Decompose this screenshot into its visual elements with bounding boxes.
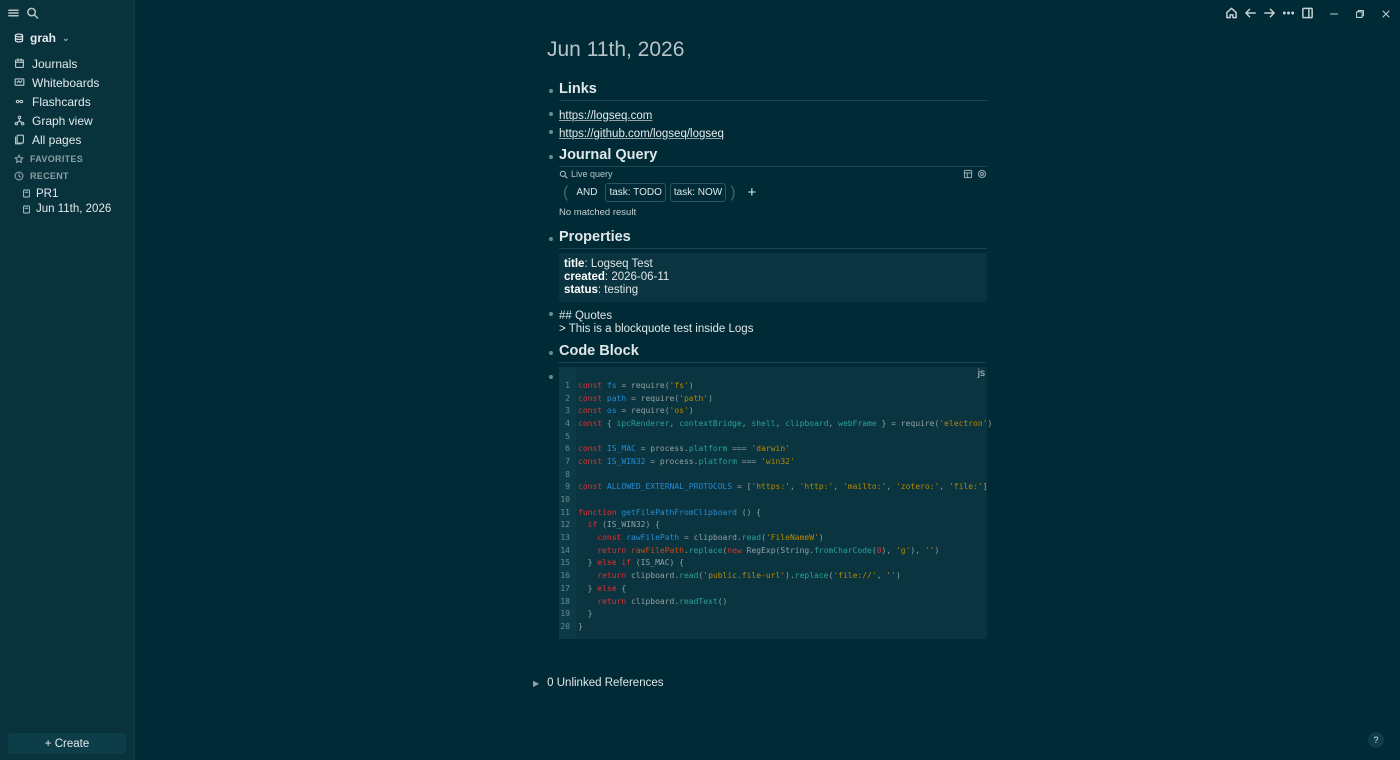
search-icon[interactable] bbox=[26, 6, 39, 19]
property-row: title: Logseq Test bbox=[564, 258, 653, 270]
code-editor[interactable]: js 1 const fs = require('fs') 2 const path… bbox=[559, 367, 992, 639]
calendar-icon bbox=[14, 58, 25, 69]
unlinked-references-label: 0 Unlinked References bbox=[547, 677, 664, 689]
sidebar-item-label: Whiteboards bbox=[32, 75, 100, 90]
home-icon[interactable] bbox=[1225, 6, 1238, 19]
help-button[interactable]: ? bbox=[1368, 732, 1384, 748]
chevron-down-icon: ⌄ bbox=[62, 32, 70, 43]
sidebar-item-graph-view[interactable]: Graph view bbox=[14, 111, 128, 130]
block-bullet[interactable] bbox=[549, 112, 553, 116]
block-properties[interactable]: Properties title: Logseq Test created: 2… bbox=[547, 229, 987, 302]
recent-header[interactable]: RECENT bbox=[14, 171, 69, 181]
sidebar-item-whiteboards[interactable]: Whiteboards bbox=[14, 73, 128, 92]
graph-name: grah bbox=[30, 31, 57, 45]
code-language[interactable]: js bbox=[978, 368, 985, 379]
sidebar-item-label: Graph view bbox=[32, 113, 93, 128]
block-link-1[interactable]: https://logseq.com bbox=[547, 107, 987, 122]
favorites-header[interactable]: FAVORITES bbox=[14, 154, 83, 164]
chevron-right-icon: ▶ bbox=[533, 678, 540, 688]
journal-page: Jun 11th, 2026 Links https://logseq.com … bbox=[547, 38, 992, 639]
link-github[interactable]: https://github.com/logseq/logseq bbox=[559, 128, 724, 140]
quote-line: > This is a blockquote test inside Logs bbox=[559, 323, 754, 335]
query-operator[interactable]: AND bbox=[572, 187, 601, 198]
table-icon[interactable] bbox=[963, 169, 973, 179]
sidebar-toggle-icon[interactable] bbox=[1301, 6, 1314, 19]
block-bullet[interactable] bbox=[549, 130, 553, 134]
heading-properties: Properties bbox=[559, 229, 987, 249]
query-chip[interactable]: task: TODO bbox=[605, 183, 666, 202]
restore-icon[interactable] bbox=[1354, 7, 1366, 19]
infinity-icon bbox=[15, 99, 24, 104]
sidebar-nav: Journals Whiteboards Flashcards Graph vi… bbox=[14, 54, 128, 149]
gear-icon[interactable] bbox=[977, 169, 987, 179]
block-links-heading[interactable]: Links bbox=[547, 81, 987, 101]
pages-icon bbox=[14, 134, 25, 145]
close-icon[interactable] bbox=[1380, 7, 1392, 19]
more-icon[interactable] bbox=[1282, 6, 1295, 19]
block-link-2[interactable]: https://github.com/logseq/logseq bbox=[547, 125, 987, 140]
block-bullet[interactable] bbox=[549, 312, 553, 316]
sidebar-item-label: Journals bbox=[32, 56, 78, 71]
page-icon bbox=[23, 189, 30, 198]
link-logseq[interactable]: https://logseq.com bbox=[559, 110, 652, 122]
block-bullet[interactable] bbox=[549, 351, 553, 355]
history-icon bbox=[14, 171, 24, 181]
code-lines: 1 const fs = require('fs') 2 const path = … bbox=[560, 380, 993, 631]
property-row: created: 2026-06-11 bbox=[564, 271, 670, 283]
star-icon bbox=[14, 154, 24, 164]
recent-item-journal[interactable]: Jun 11th, 2026 bbox=[22, 202, 111, 218]
recent-item-pr1[interactable]: PR1 bbox=[22, 186, 111, 202]
block-bullet[interactable] bbox=[549, 237, 553, 241]
query-header: Live query bbox=[559, 169, 987, 179]
block-code[interactable]: js 1 const fs = require('fs') 2 const path… bbox=[547, 367, 992, 639]
minimize-icon[interactable] bbox=[1328, 7, 1340, 19]
graph-icon bbox=[14, 115, 25, 126]
menu-icon[interactable] bbox=[7, 6, 20, 19]
property-row: status: testing bbox=[564, 284, 639, 296]
sidebar-item-all-pages[interactable]: All pages bbox=[14, 130, 128, 149]
arrow-right-icon[interactable] bbox=[1263, 6, 1276, 19]
block-bullet[interactable] bbox=[549, 155, 553, 159]
top-toolbar bbox=[1225, 6, 1392, 19]
heading-links: Links bbox=[559, 81, 987, 101]
graph-selector[interactable]: grah ⌄ bbox=[14, 31, 70, 45]
recent-list: PR1 Jun 11th, 2026 bbox=[22, 186, 111, 217]
block-code-heading[interactable]: Code Block bbox=[547, 343, 987, 363]
page-title[interactable]: Jun 11th, 2026 bbox=[547, 38, 987, 68]
query-builder: ( AND task: TODO task: NOW ) + bbox=[563, 183, 757, 202]
query-label: Live query bbox=[571, 169, 613, 179]
create-button[interactable]: + Create bbox=[8, 733, 126, 754]
block-bullet[interactable] bbox=[549, 375, 553, 379]
sidebar-item-label: All pages bbox=[32, 132, 82, 147]
sidebar-item-label: Flashcards bbox=[32, 94, 91, 109]
sidebar-item-journals[interactable]: Journals bbox=[14, 54, 128, 73]
properties-box[interactable]: title: Logseq Test created: 2026-06-11 s… bbox=[559, 253, 987, 302]
search-icon bbox=[559, 170, 568, 179]
quote-line: ## Quotes bbox=[559, 310, 613, 322]
page-icon bbox=[23, 205, 30, 214]
heading-journal-query: Journal Query bbox=[559, 147, 987, 167]
block-bullet[interactable] bbox=[549, 89, 553, 93]
query-chip[interactable]: task: NOW bbox=[669, 183, 727, 202]
left-sidebar: grah ⌄ Journals Whiteboards Flashcards G… bbox=[0, 0, 135, 760]
whiteboard-icon bbox=[14, 78, 25, 86]
block-query[interactable]: Journal Query Live query ( AND task: TOD… bbox=[547, 147, 987, 218]
block-quotes[interactable]: ## Quotes > This is a blockquote test in… bbox=[547, 310, 987, 336]
add-filter-button[interactable]: + bbox=[748, 184, 757, 201]
query-empty-result: No matched result bbox=[559, 207, 637, 218]
sidebar-item-flashcards[interactable]: Flashcards bbox=[14, 92, 128, 111]
arrow-left-icon[interactable] bbox=[1244, 6, 1257, 19]
unlinked-references-toggle[interactable]: ▶ 0 Unlinked References bbox=[533, 677, 664, 689]
heading-code-block: Code Block bbox=[559, 343, 987, 363]
database-icon bbox=[14, 33, 24, 43]
